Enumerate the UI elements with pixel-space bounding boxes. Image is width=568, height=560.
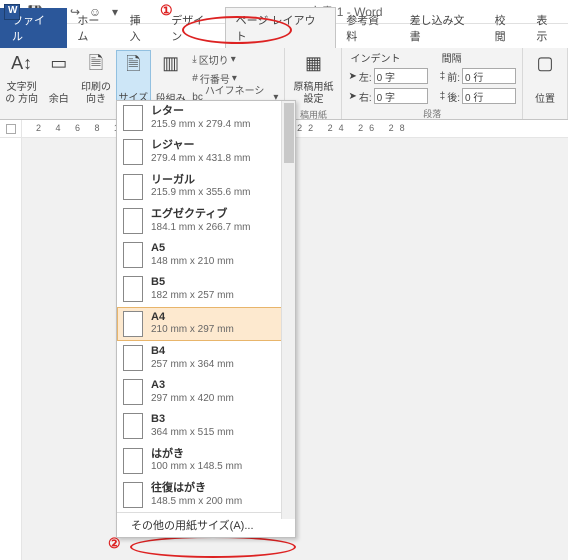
ruler-corner[interactable] [0,120,22,137]
text-direction-button[interactable]: A↕文字列の 方向 [4,50,39,108]
size-option-dims: 279.4 mm x 431.8 mm [151,153,250,166]
paragraph-group-label: 段落 [348,107,516,121]
page-icon [123,482,143,508]
size-option-はがき[interactable]: はがき100 mm x 148.5 mm [117,444,295,478]
page-icon [123,276,143,302]
page-icon [123,242,143,268]
size-option-dims: 148.5 mm x 200 mm [151,496,242,509]
size-option-name: A5 [151,242,234,256]
indent-right-icon: ➤ [348,91,356,102]
size-option-b4[interactable]: B4257 mm x 364 mm [117,341,295,375]
indent-right-input[interactable]: 0 字 [374,88,428,104]
size-option-dims: 210 mm x 297 mm [151,324,234,337]
size-option-dims: 100 mm x 148.5 mm [151,461,242,474]
size-option-name: 往復はがき [151,482,242,496]
indent-left-label: 左: [359,69,372,84]
tab-home[interactable]: ホーム [67,8,119,48]
indent-right-label: 右: [359,89,372,104]
annotation-circle-1 [182,16,292,44]
page-icon [123,448,143,474]
size-dropdown: レター215.9 mm x 279.4 mmレジャー279.4 mm x 431… [116,100,296,538]
spacing-header: 間隔 [440,50,516,65]
page-icon [123,139,143,165]
annotation-circle-2 [130,536,296,558]
size-option-name: レジャー [151,139,250,153]
text-direction-icon: A↕ [11,52,32,76]
spacing-before-input[interactable]: 0 行 [462,68,516,84]
size-option-a4[interactable]: A4210 mm x 297 mm [117,307,295,341]
vertical-ruler[interactable] [0,138,22,560]
spacing-after-input[interactable]: 0 行 [462,88,516,104]
size-option-name: エグゼクティブ [151,208,250,222]
size-option-レジャー[interactable]: レジャー279.4 mm x 431.8 mm [117,135,295,169]
page-icon [123,413,143,439]
annotation-number-1: ① [160,2,173,19]
indent-header: インデント [348,50,427,65]
size-option-name: A4 [151,311,234,325]
spacing-before-icon: ‡ [440,71,446,82]
size-option-dims: 215.9 mm x 355.6 mm [151,187,250,200]
indent-left-icon: ➤ [348,71,356,82]
size-option-dims: 297 mm x 420 mm [151,393,234,406]
tab-insert[interactable]: 挿入 [120,8,162,48]
size-option-エグゼクティブ[interactable]: エグゼクティブ184.1 mm x 266.7 mm [117,204,295,238]
size-option-b3[interactable]: B3364 mm x 515 mm [117,409,295,443]
size-option-リーガル[interactable]: リーガル215.9 mm x 355.6 mm [117,170,295,204]
size-option-dims: 364 mm x 515 mm [151,427,234,440]
tab-mailings[interactable]: 差し込み文書 [400,8,485,48]
page-icon [123,105,143,131]
breaks-button[interactable]: ⤓区切り ▾ [190,50,280,68]
columns-icon: ▥ [162,52,179,76]
size-option-name: リーガル [151,174,250,188]
size-option-dims: 257 mm x 364 mm [151,359,234,372]
page-icon [123,174,143,200]
size-option-a5[interactable]: A5148 mm x 210 mm [117,238,295,272]
size-option-dims: 148 mm x 210 mm [151,256,234,269]
more-paper-sizes-item[interactable]: その他の用紙サイズ(A)... [117,512,295,537]
spacing-after-label: 後: [447,89,460,104]
position-icon: ▢ [536,52,553,76]
manuscript-icon: ▦ [305,52,322,76]
size-option-name: A3 [151,379,234,393]
margins-icon: ▭ [50,52,67,76]
spacing-before-label: 前: [447,69,460,84]
size-option-name: レター [151,105,250,119]
size-option-dims: 184.1 mm x 266.7 mm [151,222,250,235]
page-icon [123,345,143,371]
orientation-icon: 🗎 [89,52,103,76]
size-option-レター[interactable]: レター215.9 mm x 279.4 mm [117,101,295,135]
margins-button[interactable]: ▭余白 [41,50,76,108]
spacing-after-icon: ‡ [440,91,446,102]
size-option-b5[interactable]: B5182 mm x 257 mm [117,272,295,306]
orientation-button[interactable]: 🗎印刷の 向き [78,50,113,108]
page-icon [123,379,143,405]
position-button[interactable]: ▢位置 [527,50,563,108]
tab-references[interactable]: 参考資料 [336,8,399,48]
size-option-dims: 182 mm x 257 mm [151,290,234,303]
size-option-name: B4 [151,345,234,359]
size-option-name: B3 [151,413,234,427]
indent-left-input[interactable]: 0 字 [374,68,428,84]
group-paragraph: インデント ➤左:0 字 ➤右:0 字 間隔 ‡前:0 行 ‡後:0 行 段落 [342,48,523,119]
size-icon: 🗎 [126,53,140,77]
breaks-icon: ⤓ [192,54,196,65]
size-option-a3[interactable]: A3297 mm x 420 mm [117,375,295,409]
manuscript-button[interactable]: ▦原稿用紙 設定 [289,50,337,108]
word-icon [4,4,20,20]
tab-view[interactable]: 表示 [526,8,568,48]
size-option-name: B5 [151,276,234,290]
size-option-往復はがき[interactable]: 往復はがき148.5 mm x 200 mm [117,478,295,512]
page-icon [123,208,143,234]
tab-review[interactable]: 校閲 [485,8,527,48]
dropdown-scrollbar[interactable] [281,101,295,519]
line-numbers-icon: # [192,73,198,84]
size-option-dims: 215.9 mm x 279.4 mm [151,119,250,132]
page-icon [123,311,143,337]
size-option-name: はがき [151,448,242,462]
group-arrange: ▢位置 [523,48,568,119]
